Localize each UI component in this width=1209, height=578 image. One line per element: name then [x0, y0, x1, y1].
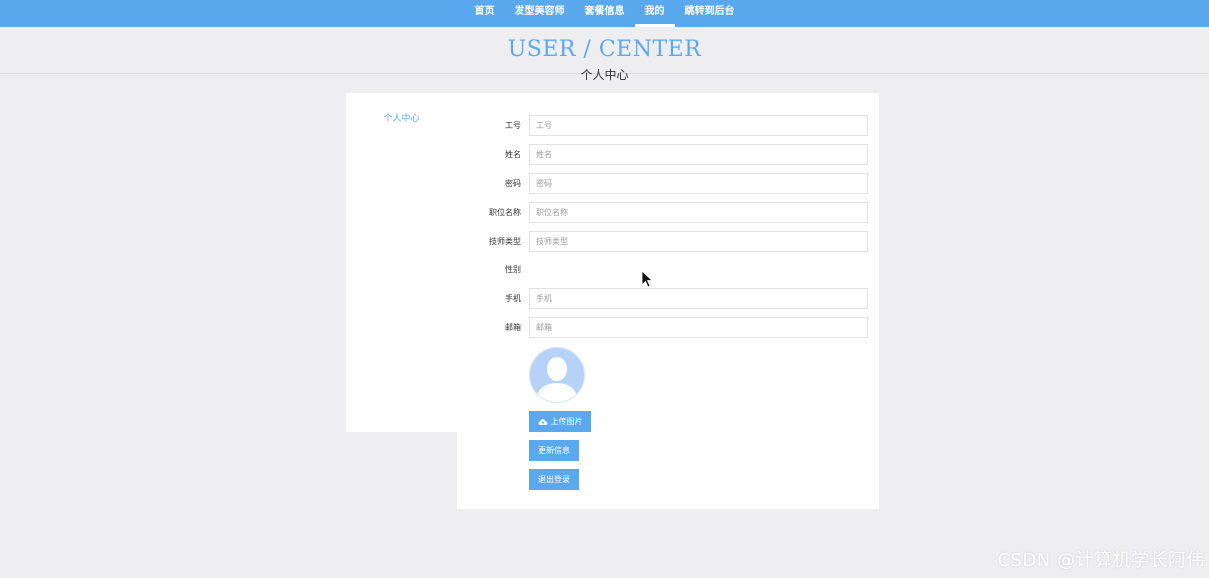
field-label: 手机	[505, 294, 521, 303]
page-title-cn: 个人中心	[580, 68, 629, 82]
form-row-phone: 手机	[457, 288, 879, 309]
nav-backend[interactable]: 跳转到后台	[675, 0, 745, 27]
page-title-en: USER / CENTER	[507, 37, 702, 62]
form-row-email: 邮箱	[457, 317, 879, 338]
field-label: 工号	[505, 121, 521, 130]
upload-image-button[interactable]: 上传图片	[529, 411, 591, 432]
field-label: 邮箱	[505, 323, 521, 332]
form-row-name: 姓名	[457, 144, 879, 165]
profile-form-panel: 工号 姓名 密码 职位名称 技师类型 性别 手机 邮箱	[457, 93, 879, 509]
position-name-input[interactable]	[529, 202, 868, 223]
form-row-password: 密码	[457, 173, 879, 194]
field-label: 技师类型	[489, 237, 521, 246]
nav-stylists[interactable]: 发型美容师	[505, 0, 575, 27]
top-nav-bar: 首页 发型美容师 套餐信息 我的 跳转到后台	[0, 0, 1209, 27]
employee-id-input[interactable]	[529, 115, 868, 136]
nav-mine[interactable]: 我的	[634, 0, 675, 27]
field-label: 职位名称	[489, 208, 521, 217]
field-label: 姓名	[505, 150, 521, 159]
form-row-gender: 性别	[457, 259, 879, 280]
logout-button[interactable]: 退出登录	[529, 469, 579, 490]
sidebar: 个人中心	[346, 93, 457, 432]
cloud-upload-icon	[537, 418, 548, 425]
update-button-label: 更新信息	[538, 446, 570, 455]
form-row-technician-type: 技师类型	[457, 231, 879, 252]
field-label: 性别	[505, 265, 521, 274]
password-input[interactable]	[529, 173, 868, 194]
nav-home[interactable]: 首页	[465, 0, 505, 27]
form-row-id: 工号	[457, 115, 879, 136]
update-info-button[interactable]: 更新信息	[529, 440, 579, 461]
watermark: CSDN @计算机学长阿伟	[997, 550, 1205, 571]
upload-button-label: 上传图片	[550, 417, 583, 426]
technician-type-input[interactable]	[529, 231, 868, 252]
field-label: 密码	[505, 179, 521, 188]
name-input[interactable]	[529, 144, 868, 165]
email-input[interactable]	[529, 317, 868, 338]
form-row-position: 职位名称	[457, 202, 879, 223]
sidebar-item-personal-center[interactable]: 个人中心	[346, 111, 457, 124]
user-avatar-icon	[529, 347, 585, 403]
mouse-cursor-icon	[641, 270, 653, 288]
nav-packages[interactable]: 套餐信息	[575, 0, 635, 27]
logout-button-label: 退出登录	[538, 475, 570, 484]
phone-input[interactable]	[529, 288, 868, 309]
